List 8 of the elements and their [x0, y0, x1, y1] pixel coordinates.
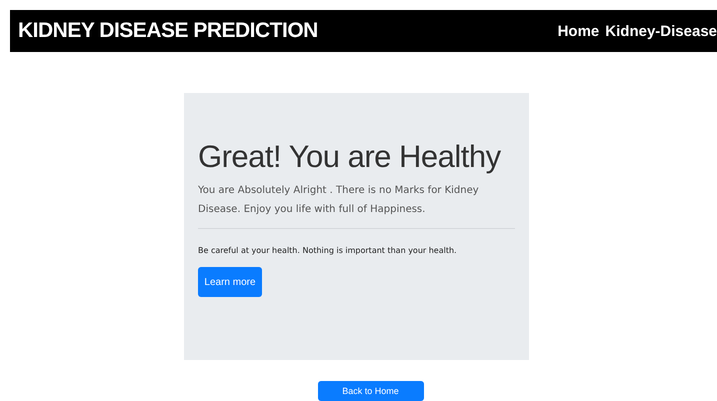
result-message: You are Absolutely Alright . There is no Marks for Kidney Disease. Enjoy you life with full of Happiness. [198, 184, 480, 217]
back-to-home-button[interactable]: Back to Home [318, 381, 424, 401]
nav-link[interactable]: Kidney-Disease [605, 22, 717, 40]
result-heading: Great! You are Healthy [198, 139, 502, 175]
site-title[interactable]: KIDNEY DISEASE PREDICTION [18, 19, 318, 43]
advice-text: Be careful at your health. Nothing is important than your health. [198, 246, 458, 255]
nav-link[interactable]: Home [558, 22, 600, 40]
learn-more-button[interactable]: Learn more [198, 267, 262, 297]
